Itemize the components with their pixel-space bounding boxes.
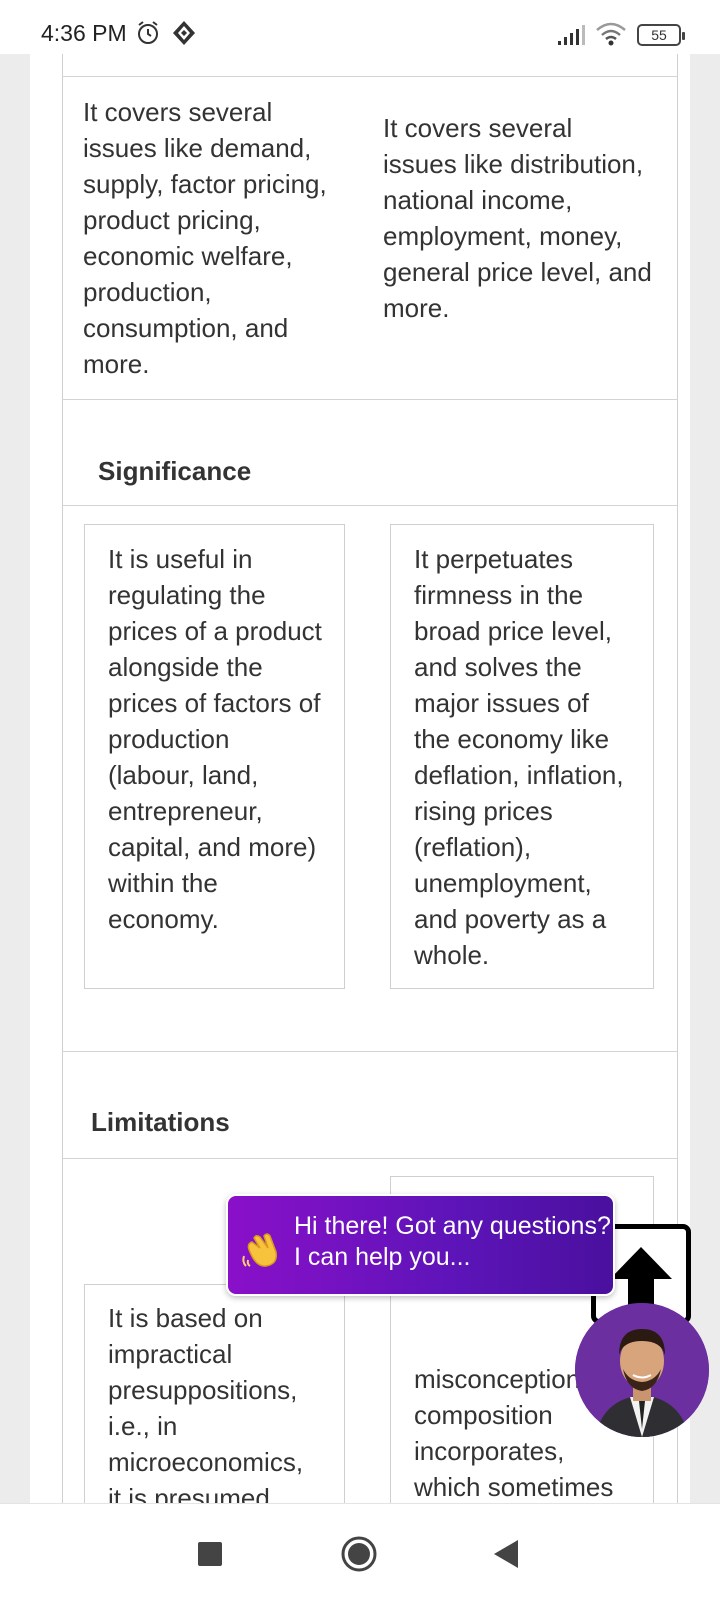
limitations-heading: Limitations bbox=[91, 1107, 230, 1137]
home-icon[interactable] bbox=[341, 1536, 377, 1577]
table-row-divider bbox=[62, 76, 678, 77]
significance-micro-cell: It is useful in regulating the prices of… bbox=[108, 544, 322, 934]
recent-apps-icon[interactable] bbox=[198, 1542, 222, 1571]
table-row-divider bbox=[62, 399, 678, 400]
chat-line-2: I can help you... bbox=[294, 1243, 471, 1271]
alarm-icon bbox=[136, 20, 160, 51]
significance-heading: Significance bbox=[98, 456, 252, 486]
status-time: 4:36 PM bbox=[41, 20, 127, 46]
significance-macro-box: It perpetuates firmness in the broad pri… bbox=[390, 524, 654, 989]
scope-macro-cell: It covers several issues like distributi… bbox=[383, 113, 652, 323]
significance-macro-cell: It perpetuates firmness in the broad pri… bbox=[414, 544, 624, 970]
waving-hand-icon bbox=[240, 1226, 284, 1279]
status-bar: 4:36 PM 55 bbox=[0, 0, 720, 54]
table-row-divider bbox=[62, 1051, 678, 1052]
table-row-divider bbox=[62, 1158, 678, 1159]
chat-prompt-bubble[interactable]: Hi there! Got any questions? I can help … bbox=[226, 1194, 615, 1296]
back-icon[interactable] bbox=[494, 1540, 518, 1573]
signal-icon bbox=[558, 24, 586, 51]
limitations-micro-cell: It is based on impractical presuppositio… bbox=[108, 1303, 304, 1503]
limitations-micro-box: It is based on impractical presuppositio… bbox=[84, 1284, 345, 1503]
chat-agent-avatar[interactable] bbox=[575, 1303, 709, 1437]
system-nav-bar bbox=[0, 1503, 720, 1600]
table-row-divider bbox=[62, 505, 678, 506]
significance-micro-box: It is useful in regulating the prices of… bbox=[84, 524, 345, 989]
scope-micro-cell: It covers several issues like demand, su… bbox=[83, 97, 327, 379]
battery-icon: 55 bbox=[637, 24, 685, 46]
screen-rotate-icon bbox=[172, 20, 196, 51]
chat-line-1: Hi there! Got any questions? bbox=[294, 1212, 611, 1240]
wifi-icon bbox=[595, 22, 627, 51]
